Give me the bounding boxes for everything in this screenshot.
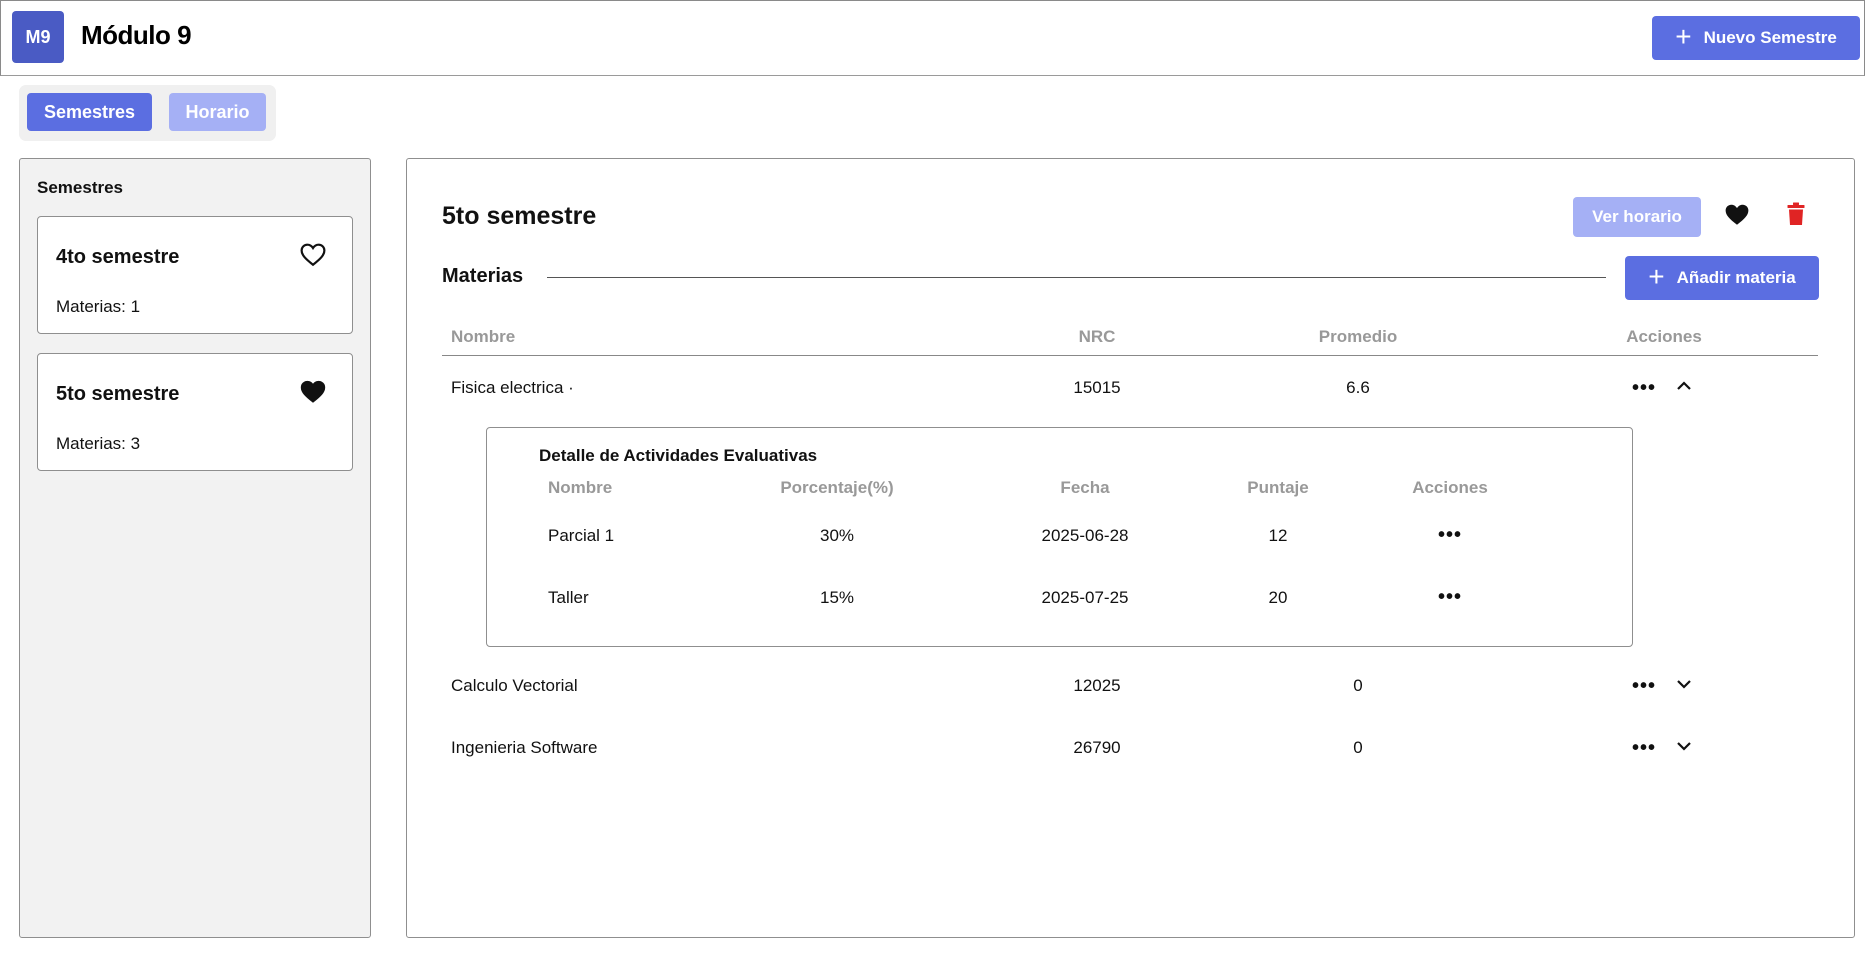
heart-filled-icon[interactable] xyxy=(300,380,326,404)
subject-average: 0 xyxy=(1353,676,1363,695)
subject-nrc: 26790 xyxy=(1073,738,1121,757)
more-options-icon[interactable]: ••• xyxy=(1632,738,1656,758)
more-options-icon[interactable]: ••• xyxy=(1632,378,1656,398)
semester-title: 5to semestre xyxy=(442,202,597,230)
activity-header-acciones: Acciones xyxy=(1412,478,1488,497)
subject-name: Fisica electrica · xyxy=(451,378,574,397)
tab-semestres[interactable]: Semestres xyxy=(27,93,152,131)
new-semester-button[interactable]: + Nuevo Semestre xyxy=(1652,16,1860,60)
heart-outline-icon[interactable] xyxy=(300,243,326,267)
new-semester-label: Nuevo Semestre xyxy=(1703,28,1837,47)
app-title: Módulo 9 xyxy=(81,20,192,50)
subjects-section-label: Materias xyxy=(442,265,524,287)
semester-count: Materias: 3 xyxy=(56,434,141,453)
column-header-nombre: Nombre xyxy=(451,327,516,346)
activity-percentage: 15% xyxy=(819,588,855,607)
subject-nrc: 12025 xyxy=(1073,676,1121,695)
table-header-divider xyxy=(442,355,1818,356)
semester-name: 5to semestre xyxy=(56,383,180,405)
activity-name: Parcial 1 xyxy=(548,526,615,545)
chevron-up-icon[interactable] xyxy=(1676,379,1692,393)
more-options-icon[interactable]: ••• xyxy=(1438,587,1462,607)
plus-icon: + xyxy=(1675,20,1692,52)
column-header-nrc: NRC xyxy=(1078,327,1116,346)
chevron-down-icon[interactable] xyxy=(1676,677,1692,691)
plus-icon: + xyxy=(1648,260,1665,292)
subject-average: 6.6 xyxy=(1346,378,1370,397)
section-divider xyxy=(547,277,1606,278)
activity-header-puntaje: Puntaje xyxy=(1247,478,1309,497)
chevron-down-icon[interactable] xyxy=(1676,739,1692,753)
column-header-acciones: Acciones xyxy=(1626,327,1702,346)
semester-name: 4to semestre xyxy=(56,246,180,268)
column-header-promedio: Promedio xyxy=(1318,327,1398,346)
view-schedule-button[interactable]: Ver horario xyxy=(1573,197,1701,237)
activity-header-nombre: Nombre xyxy=(548,478,613,497)
more-options-icon[interactable]: ••• xyxy=(1438,525,1462,545)
add-subject-button[interactable]: + Añadir materia xyxy=(1625,256,1819,300)
sidebar-title: Semestres xyxy=(37,178,124,197)
activity-score: 20 xyxy=(1268,588,1288,607)
subject-name: Calculo Vectorial xyxy=(451,676,578,695)
semester-count: Materias: 1 xyxy=(56,297,141,316)
more-options-icon[interactable]: ••• xyxy=(1632,676,1656,696)
app-header xyxy=(0,0,1865,76)
subject-name: Ingenieria Software xyxy=(451,738,598,757)
activity-header-fecha: Fecha xyxy=(1060,478,1110,497)
activity-date: 2025-07-25 xyxy=(1041,588,1129,607)
activity-header-porcentaje: Porcentaje(%) xyxy=(780,478,894,497)
activity-name: Taller xyxy=(548,588,589,607)
activity-date: 2025-06-28 xyxy=(1041,526,1129,545)
add-subject-label: Añadir materia xyxy=(1676,268,1796,287)
subject-average: 0 xyxy=(1353,738,1363,757)
tab-horario[interactable]: Horario xyxy=(169,93,266,131)
app-logo: M9 xyxy=(12,11,64,63)
subject-nrc: 15015 xyxy=(1073,378,1121,397)
activities-detail-title: Detalle de Actividades Evaluativas xyxy=(539,446,818,465)
activity-percentage: 30% xyxy=(819,526,855,545)
activity-score: 12 xyxy=(1268,526,1288,545)
trash-icon[interactable] xyxy=(1787,202,1805,226)
favorite-heart-icon[interactable] xyxy=(1724,203,1750,227)
